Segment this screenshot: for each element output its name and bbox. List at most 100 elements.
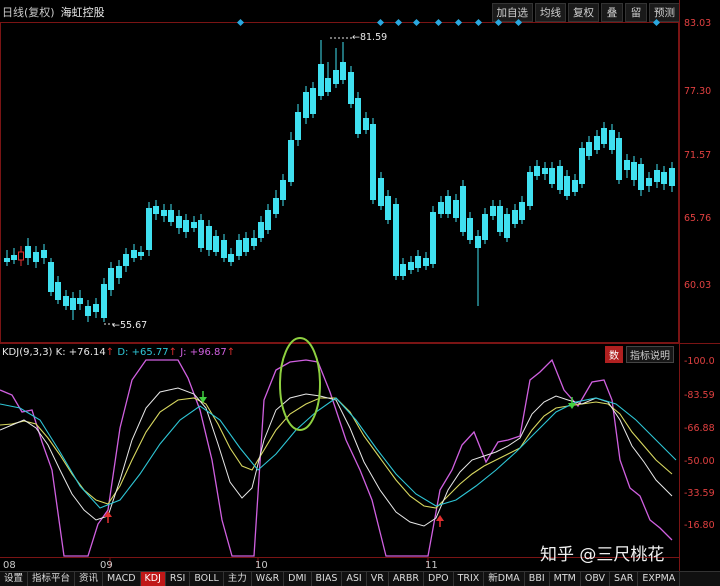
kdj-j-line bbox=[0, 358, 673, 557]
indicator-tab[interactable]: MACD bbox=[103, 572, 141, 586]
candle-down bbox=[453, 194, 459, 222]
kdj-tick: -33.59 bbox=[684, 488, 715, 499]
candle-down bbox=[228, 248, 234, 266]
date-label: 09 bbox=[100, 560, 113, 571]
indicator-tab[interactable]: RSI bbox=[166, 572, 191, 586]
date-label: 11 bbox=[425, 560, 438, 571]
candle-down bbox=[123, 248, 129, 272]
candle-down bbox=[400, 258, 406, 280]
candle-down bbox=[430, 206, 436, 268]
candle-down bbox=[93, 298, 99, 318]
candle-down bbox=[63, 290, 69, 310]
candle-down bbox=[646, 172, 652, 192]
kdj-tick: -83.59 bbox=[684, 390, 715, 401]
candle-down bbox=[48, 258, 54, 296]
indicator-tab[interactable]: BOLL bbox=[190, 572, 224, 586]
indicator-tab[interactable]: 资讯 bbox=[75, 572, 104, 586]
candle-down bbox=[482, 208, 488, 244]
indicator-tabs: 设置 指标平台 资讯 MACD KDJ RSI BOLL 主力 W&R DMI BIAS ASI VR A… bbox=[0, 571, 720, 586]
data-button[interactable]: 数 bbox=[605, 346, 623, 363]
indicator-tab[interactable]: DPO bbox=[424, 572, 454, 586]
candle-down bbox=[168, 204, 174, 226]
candle-down bbox=[475, 230, 481, 306]
candle-down bbox=[415, 250, 421, 272]
indicator-tab[interactable]: VR bbox=[367, 572, 389, 586]
kdj-d-line bbox=[0, 397, 673, 509]
sell-arrow-icon bbox=[199, 397, 207, 403]
kdj-tick: -50.00 bbox=[684, 456, 715, 467]
high-price-label: ←81.59 bbox=[352, 32, 388, 43]
candle-down bbox=[183, 214, 189, 238]
indicator-tab[interactable]: 指标平台 bbox=[28, 572, 76, 586]
candle-down bbox=[490, 200, 496, 220]
candle-down bbox=[579, 142, 585, 188]
chart-markers bbox=[104, 37, 576, 527]
candle-down bbox=[460, 180, 466, 236]
price-tick: 65.76 bbox=[684, 213, 712, 224]
indicator-tab[interactable]: ARBR bbox=[389, 572, 425, 586]
candle-down bbox=[4, 250, 10, 266]
candle-down bbox=[258, 216, 264, 242]
candle-down bbox=[385, 190, 391, 224]
candle-down bbox=[333, 48, 339, 88]
price-tick: 60.03 bbox=[684, 280, 712, 291]
indicator-tab[interactable]: ASI bbox=[342, 572, 367, 586]
candle-down bbox=[594, 130, 600, 154]
candle-down bbox=[303, 86, 309, 124]
indicator-tab[interactable]: SAR bbox=[610, 572, 639, 586]
kdj-k-value: K: +76.14 bbox=[55, 347, 106, 358]
candle-down bbox=[564, 170, 570, 200]
indicator-tab[interactable]: EXPMA bbox=[638, 572, 681, 586]
indicator-tab[interactable]: MTM bbox=[550, 572, 581, 586]
kdj-d-value: D: +65.77 bbox=[117, 347, 169, 358]
highlight-circle bbox=[279, 337, 321, 431]
candlestick-series bbox=[4, 40, 675, 322]
candle-down bbox=[325, 62, 331, 96]
candle-down bbox=[467, 212, 473, 244]
kdj-tick: -16.80 bbox=[684, 520, 715, 531]
candle-down bbox=[497, 200, 503, 236]
candle-down bbox=[624, 154, 630, 178]
indicator-tab[interactable]: 主力 bbox=[224, 572, 252, 586]
candle-down bbox=[153, 200, 159, 220]
candle-down bbox=[191, 216, 197, 232]
indicator-tab[interactable]: OBV bbox=[581, 572, 611, 586]
candle-down bbox=[601, 122, 607, 148]
candle-down bbox=[408, 256, 414, 274]
candle-down bbox=[616, 132, 622, 184]
candle-down bbox=[542, 162, 548, 180]
candle-down bbox=[609, 124, 615, 154]
candle-down bbox=[236, 234, 242, 260]
indicator-tab[interactable]: BBI bbox=[525, 572, 550, 586]
indicator-tab[interactable]: DMI bbox=[284, 572, 312, 586]
indicator-tab[interactable]: TRIX bbox=[454, 572, 485, 586]
candle-down bbox=[213, 230, 219, 256]
candle-down bbox=[504, 208, 510, 242]
candle-down bbox=[295, 104, 301, 146]
candle-down bbox=[654, 164, 660, 188]
candle-down bbox=[176, 210, 182, 234]
candle-down bbox=[355, 92, 361, 138]
kdj-title: KDJ(9,3,3) bbox=[2, 347, 53, 358]
indicator-tab[interactable]: BIAS bbox=[312, 572, 343, 586]
candle-down bbox=[280, 174, 286, 206]
indicator-tab[interactable]: 新DMA bbox=[484, 572, 525, 586]
candle-down bbox=[198, 214, 204, 252]
candle-down bbox=[273, 190, 279, 218]
indicator-tab[interactable]: KDJ bbox=[140, 572, 166, 586]
candle-down bbox=[101, 278, 107, 322]
candle-down bbox=[572, 174, 578, 196]
candle-down bbox=[527, 166, 533, 210]
candle-down bbox=[116, 260, 122, 284]
indicator-tab[interactable]: W&R bbox=[252, 572, 285, 586]
candle-down bbox=[438, 196, 444, 218]
price-tick: 83.03 bbox=[684, 18, 712, 29]
indicator-help-button[interactable]: 指标说明 bbox=[626, 346, 674, 363]
candle-down bbox=[41, 244, 47, 264]
candle-down bbox=[370, 118, 376, 204]
indicator-tab[interactable]: 设置 bbox=[0, 572, 29, 586]
kdj-j-value: J: +96.87 bbox=[180, 347, 227, 358]
candle-down bbox=[251, 230, 257, 250]
candle-up bbox=[18, 246, 24, 266]
date-label: 10 bbox=[255, 560, 268, 571]
